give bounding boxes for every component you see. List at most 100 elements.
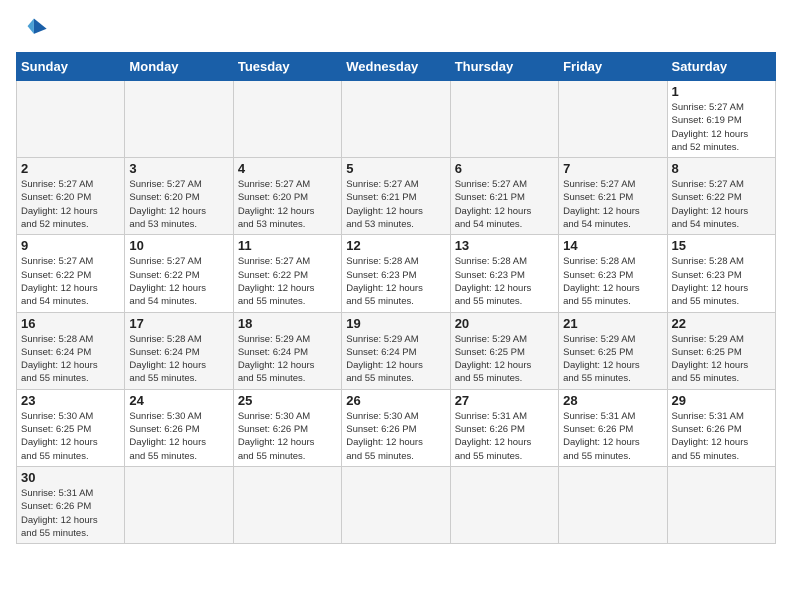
- weekday-header-friday: Friday: [559, 53, 667, 81]
- calendar-day-30: 30Sunrise: 5:31 AMSunset: 6:26 PMDayligh…: [17, 466, 125, 543]
- day-number: 16: [21, 316, 120, 331]
- day-info: Sunrise: 5:30 AMSunset: 6:26 PMDaylight:…: [238, 410, 337, 463]
- day-number: 12: [346, 238, 445, 253]
- day-info: Sunrise: 5:31 AMSunset: 6:26 PMDaylight:…: [672, 410, 771, 463]
- calendar-day-8: 8Sunrise: 5:27 AMSunset: 6:22 PMDaylight…: [667, 158, 775, 235]
- day-number: 4: [238, 161, 337, 176]
- day-info: Sunrise: 5:27 AMSunset: 6:20 PMDaylight:…: [238, 178, 337, 231]
- day-number: 9: [21, 238, 120, 253]
- day-info: Sunrise: 5:30 AMSunset: 6:25 PMDaylight:…: [21, 410, 120, 463]
- day-number: 5: [346, 161, 445, 176]
- calendar-day-empty: [17, 81, 125, 158]
- day-info: Sunrise: 5:29 AMSunset: 6:24 PMDaylight:…: [238, 333, 337, 386]
- logo: [16, 16, 52, 44]
- day-number: 23: [21, 393, 120, 408]
- weekday-header-wednesday: Wednesday: [342, 53, 450, 81]
- day-number: 29: [672, 393, 771, 408]
- weekday-header-thursday: Thursday: [450, 53, 558, 81]
- day-number: 6: [455, 161, 554, 176]
- day-number: 28: [563, 393, 662, 408]
- day-info: Sunrise: 5:28 AMSunset: 6:23 PMDaylight:…: [563, 255, 662, 308]
- day-number: 14: [563, 238, 662, 253]
- calendar-day-empty: [342, 466, 450, 543]
- calendar-week-row: 30Sunrise: 5:31 AMSunset: 6:26 PMDayligh…: [17, 466, 776, 543]
- day-info: Sunrise: 5:31 AMSunset: 6:26 PMDaylight:…: [21, 487, 120, 540]
- calendar-day-empty: [450, 466, 558, 543]
- day-number: 26: [346, 393, 445, 408]
- day-info: Sunrise: 5:27 AMSunset: 6:22 PMDaylight:…: [238, 255, 337, 308]
- day-info: Sunrise: 5:31 AMSunset: 6:26 PMDaylight:…: [455, 410, 554, 463]
- day-info: Sunrise: 5:27 AMSunset: 6:20 PMDaylight:…: [21, 178, 120, 231]
- day-number: 1: [672, 84, 771, 99]
- day-info: Sunrise: 5:29 AMSunset: 6:25 PMDaylight:…: [672, 333, 771, 386]
- header: [16, 16, 776, 44]
- calendar-day-14: 14 Sunrise: 5:28 AMSunset: 6:23 PMDayligh…: [559, 235, 667, 312]
- day-number: 15: [672, 238, 771, 253]
- day-number: 22: [672, 316, 771, 331]
- weekday-header-sunday: Sunday: [17, 53, 125, 81]
- day-number: 18: [238, 316, 337, 331]
- calendar-table: SundayMondayTuesdayWednesdayThursdayFrid…: [16, 52, 776, 544]
- calendar-day-27: 27 Sunrise: 5:31 AMSunset: 6:26 PMDayligh…: [450, 389, 558, 466]
- calendar-day-empty: [667, 466, 775, 543]
- calendar-week-row: 9 Sunrise: 5:27 AMSunset: 6:22 PMDaylight…: [17, 235, 776, 312]
- calendar-day-29: 29 Sunrise: 5:31 AMSunset: 6:26 PMDayligh…: [667, 389, 775, 466]
- day-number: 19: [346, 316, 445, 331]
- calendar-day-empty: [559, 466, 667, 543]
- calendar-day-empty: [125, 466, 233, 543]
- calendar-day-17: 17Sunrise: 5:28 AMSunset: 6:24 PMDayligh…: [125, 312, 233, 389]
- calendar-day-16: 16 Sunrise: 5:28 AMSunset: 6:24 PMDayligh…: [17, 312, 125, 389]
- calendar-day-empty: [233, 81, 341, 158]
- day-number: 7: [563, 161, 662, 176]
- calendar-day-23: 23 Sunrise: 5:30 AMSunset: 6:25 PMDayligh…: [17, 389, 125, 466]
- calendar-day-24: 24Sunrise: 5:30 AMSunset: 6:26 PMDayligh…: [125, 389, 233, 466]
- calendar-day-7: 7 Sunrise: 5:27 AMSunset: 6:21 PMDaylight…: [559, 158, 667, 235]
- day-number: 13: [455, 238, 554, 253]
- day-info: Sunrise: 5:30 AMSunset: 6:26 PMDaylight:…: [129, 410, 228, 463]
- day-number: 11: [238, 238, 337, 253]
- day-info: Sunrise: 5:28 AMSunset: 6:24 PMDaylight:…: [21, 333, 120, 386]
- calendar-week-row: 23 Sunrise: 5:30 AMSunset: 6:25 PMDayligh…: [17, 389, 776, 466]
- calendar-day-5: 5Sunrise: 5:27 AMSunset: 6:21 PMDaylight…: [342, 158, 450, 235]
- calendar-day-empty: [559, 81, 667, 158]
- weekday-header-saturday: Saturday: [667, 53, 775, 81]
- day-info: Sunrise: 5:29 AMSunset: 6:24 PMDaylight:…: [346, 333, 445, 386]
- calendar-day-22: 22 Sunrise: 5:29 AMSunset: 6:25 PMDayligh…: [667, 312, 775, 389]
- day-number: 3: [129, 161, 228, 176]
- day-info: Sunrise: 5:28 AMSunset: 6:23 PMDaylight:…: [455, 255, 554, 308]
- day-info: Sunrise: 5:31 AMSunset: 6:26 PMDaylight:…: [563, 410, 662, 463]
- day-number: 10: [129, 238, 228, 253]
- calendar-day-21: 21 Sunrise: 5:29 AMSunset: 6:25 PMDayligh…: [559, 312, 667, 389]
- day-info: Sunrise: 5:28 AMSunset: 6:23 PMDaylight:…: [346, 255, 445, 308]
- calendar-day-empty: [342, 81, 450, 158]
- day-info: Sunrise: 5:27 AMSunset: 6:22 PMDaylight:…: [129, 255, 228, 308]
- day-number: 27: [455, 393, 554, 408]
- day-number: 17: [129, 316, 228, 331]
- calendar-day-6: 6 Sunrise: 5:27 AMSunset: 6:21 PMDaylight…: [450, 158, 558, 235]
- day-info: Sunrise: 5:27 AMSunset: 6:19 PMDaylight:…: [672, 101, 771, 154]
- weekday-header-monday: Monday: [125, 53, 233, 81]
- calendar-day-15: 15Sunrise: 5:28 AMSunset: 6:23 PMDayligh…: [667, 235, 775, 312]
- calendar-day-25: 25Sunrise: 5:30 AMSunset: 6:26 PMDayligh…: [233, 389, 341, 466]
- calendar-week-row: 16 Sunrise: 5:28 AMSunset: 6:24 PMDayligh…: [17, 312, 776, 389]
- weekday-header-tuesday: Tuesday: [233, 53, 341, 81]
- calendar-day-2: 2Sunrise: 5:27 AMSunset: 6:20 PMDaylight…: [17, 158, 125, 235]
- calendar-day-3: 3Sunrise: 5:27 AMSunset: 6:20 PMDaylight…: [125, 158, 233, 235]
- day-number: 21: [563, 316, 662, 331]
- day-info: Sunrise: 5:27 AMSunset: 6:22 PMDaylight:…: [672, 178, 771, 231]
- calendar-day-13: 13 Sunrise: 5:28 AMSunset: 6:23 PMDayligh…: [450, 235, 558, 312]
- calendar-day-10: 10 Sunrise: 5:27 AMSunset: 6:22 PMDayligh…: [125, 235, 233, 312]
- calendar-day-19: 19 Sunrise: 5:29 AMSunset: 6:24 PMDayligh…: [342, 312, 450, 389]
- calendar-day-11: 11 Sunrise: 5:27 AMSunset: 6:22 PMDayligh…: [233, 235, 341, 312]
- day-info: Sunrise: 5:29 AMSunset: 6:25 PMDaylight:…: [563, 333, 662, 386]
- day-number: 20: [455, 316, 554, 331]
- calendar-day-12: 12 Sunrise: 5:28 AMSunset: 6:23 PMDayligh…: [342, 235, 450, 312]
- day-info: Sunrise: 5:27 AMSunset: 6:21 PMDaylight:…: [455, 178, 554, 231]
- day-info: Sunrise: 5:27 AMSunset: 6:21 PMDaylight:…: [563, 178, 662, 231]
- calendar-day-18: 18 Sunrise: 5:29 AMSunset: 6:24 PMDayligh…: [233, 312, 341, 389]
- calendar-day-26: 26 Sunrise: 5:30 AMSunset: 6:26 PMDayligh…: [342, 389, 450, 466]
- day-info: Sunrise: 5:30 AMSunset: 6:26 PMDaylight:…: [346, 410, 445, 463]
- calendar-day-28: 28 Sunrise: 5:31 AMSunset: 6:26 PMDayligh…: [559, 389, 667, 466]
- calendar-day-1: 1 Sunrise: 5:27 AMSunset: 6:19 PMDaylight…: [667, 81, 775, 158]
- generalblue-logo-icon: [16, 16, 48, 44]
